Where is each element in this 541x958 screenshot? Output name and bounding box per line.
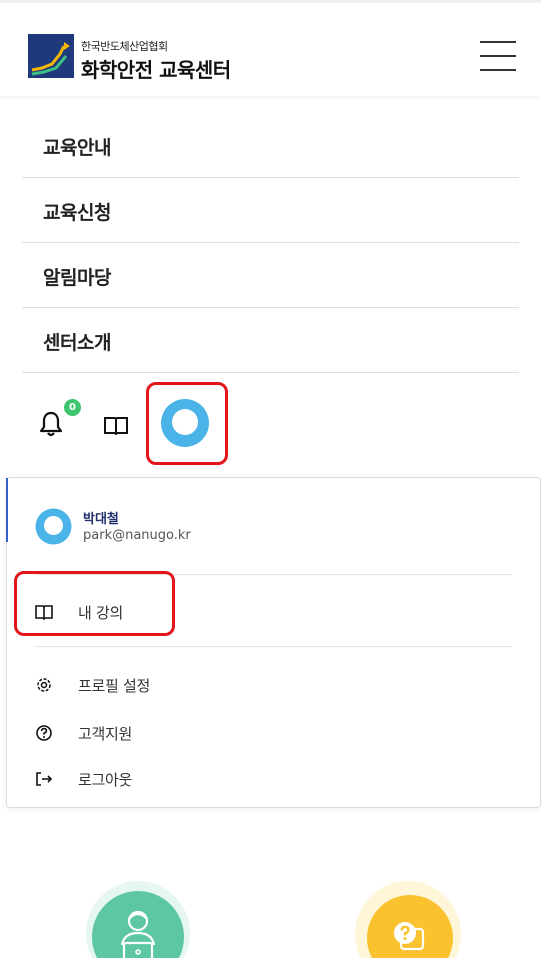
gear-icon [37,678,51,692]
question-bubble-icon [394,922,425,951]
user-email: park@nanugo.kr [83,528,191,543]
divider [35,646,512,647]
user-avatar [35,508,72,545]
divider [35,574,512,575]
center-logo[interactable] [28,34,74,78]
menu-item-profile-settings[interactable]: 프로필 설정 [27,668,507,702]
menu-item-label: 로그아웃 [78,771,133,789]
notification-badge: 0 [62,397,83,418]
bell-icon[interactable] [40,411,62,437]
user-dropdown-menu: 박대철 park@nanugo.kr 내 강의 프로필 설정 고객지원 로그아웃 [6,477,541,808]
nav-item-label: 알림마당 [43,267,111,289]
menu-item-my-courses[interactable]: 내 강의 [27,595,507,629]
hamburger-line [480,69,516,71]
nav-item-education-guide[interactable]: 교육안내 [22,113,519,178]
nav-item-label: 교육신청 [43,202,111,224]
nav-item-center-intro[interactable]: 센터소개 [22,308,519,373]
book-icon [35,605,53,621]
hamburger-line [480,41,516,43]
user-avatar-button[interactable] [160,398,210,448]
menu-item-label: 고객지원 [78,725,133,743]
nav-item-label: 교육안내 [43,137,111,159]
nav-item-education-apply[interactable]: 교육신청 [22,178,519,243]
org-name: 한국반도체산업협회 [81,40,168,53]
menu-item-logout[interactable]: 로그아웃 [27,762,507,796]
logout-icon [36,772,53,786]
site-title[interactable]: 화학안전 교육센터 [81,54,231,83]
menu-item-label: 프로필 설정 [78,677,150,695]
site-header: 한국반도체산업협회 화학안전 교육센터 [0,0,541,96]
student-laptop-icon [120,910,156,958]
nav-item-notice-board[interactable]: 알림마당 [22,243,519,308]
nav-item-label: 센터소개 [43,332,111,354]
menu-item-label: 내 강의 [78,604,123,622]
menu-item-customer-support[interactable]: 고객지원 [27,716,507,750]
user-name: 박대철 [83,512,119,527]
menu-toggle-button[interactable] [480,41,516,71]
dropdown-accent-bar [6,478,8,542]
hamburger-line [480,55,516,57]
help-icon [36,725,52,741]
book-icon[interactable] [103,414,129,436]
